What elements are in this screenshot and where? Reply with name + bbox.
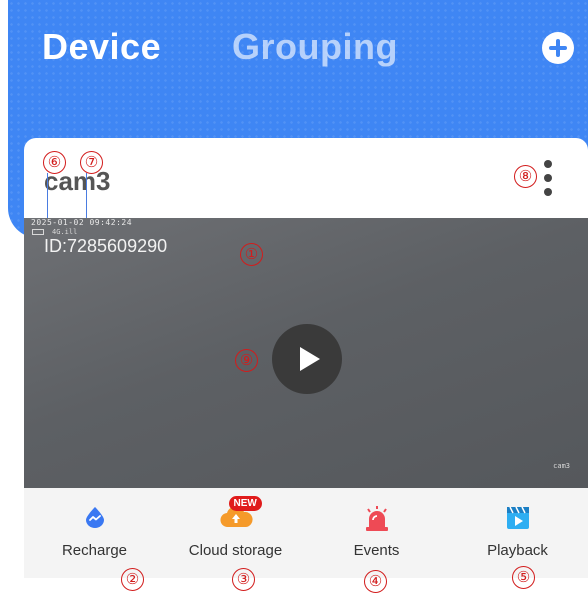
device-card: cam3 2025-01-02 09:42:24 4G.ill ID:72856… <box>24 138 588 578</box>
annotation-6: ⑥ <box>43 151 66 174</box>
cloud-storage-label: Cloud storage <box>188 542 283 559</box>
marker-7-line <box>86 173 87 218</box>
video-timestamp: 2025-01-02 09:42:24 <box>31 218 133 227</box>
signal-text: 4G.ill <box>52 228 78 236</box>
cloud-storage-button[interactable]: NEW Cloud storage <box>165 488 306 578</box>
events-button[interactable]: Events <box>306 488 447 578</box>
video-watermark: cam3 <box>553 462 570 470</box>
cloud-upload-icon: NEW <box>219 496 262 533</box>
video-preview[interactable]: 2025-01-02 09:42:24 4G.ill ID:7285609290… <box>24 218 588 488</box>
more-options-icon[interactable] <box>538 158 558 198</box>
playback-button[interactable]: Playback <box>447 488 588 578</box>
battery-icon <box>32 229 44 235</box>
recharge-button[interactable]: Recharge <box>24 488 165 578</box>
annotation-8: ⑧ <box>514 165 537 188</box>
add-device-icon[interactable] <box>542 32 574 64</box>
annotation-1: ① <box>240 243 263 266</box>
playback-icon <box>506 506 530 535</box>
tab-device[interactable]: Device <box>42 26 161 68</box>
action-bar: Recharge NEW Cloud storage Events Playba… <box>24 488 588 578</box>
annotation-4: ④ <box>364 570 387 593</box>
recharge-icon <box>84 506 106 533</box>
annotation-5: ⑤ <box>512 566 535 589</box>
more-dot <box>544 188 552 196</box>
video-status: 4G.ill <box>32 228 77 236</box>
tab-grouping[interactable]: Grouping <box>232 26 398 68</box>
more-dot <box>544 174 552 182</box>
device-id: ID:7285609290 <box>44 236 168 256</box>
annotation-9: ⑨ <box>235 349 258 372</box>
alarm-siren-icon <box>363 506 391 537</box>
recharge-label: Recharge <box>61 542 128 559</box>
playback-label: Playback <box>487 542 548 559</box>
more-dot <box>544 160 552 168</box>
events-label: Events <box>353 542 400 559</box>
annotation-3: ③ <box>232 568 255 591</box>
marker-6-line <box>47 173 48 218</box>
new-badge: NEW <box>228 496 262 511</box>
annotation-2: ② <box>121 568 144 591</box>
annotation-7: ⑦ <box>80 151 103 174</box>
play-icon[interactable] <box>272 324 342 394</box>
app-screen: Device Grouping cam3 2025-01-02 09:42:24… <box>0 0 588 596</box>
